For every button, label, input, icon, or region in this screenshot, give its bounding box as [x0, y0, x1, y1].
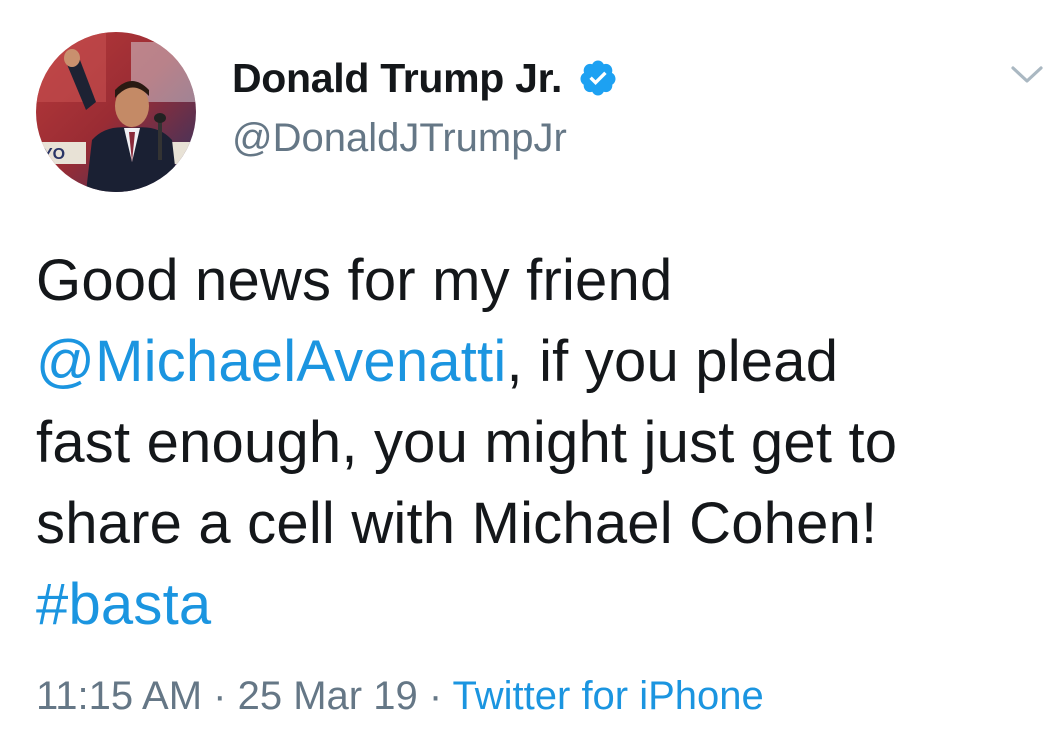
tweet-text-line: @MichaelAvenatti, if you plead [36, 321, 1036, 402]
meta-separator: · [202, 674, 238, 718]
verified-badge-icon [578, 58, 618, 98]
tweet-text-line: fast enough, you might just get to [36, 410, 898, 475]
tweet-card: YO Donald Trump Jr. @DonaldJTrumpJr Good… [0, 0, 1052, 743]
tweet-text-line: share a cell with Michael Cohen! [36, 491, 878, 556]
author-display-name[interactable]: Donald Trump Jr. [232, 55, 562, 102]
avatar-photo: YO [36, 32, 196, 192]
author-handle[interactable]: @DonaldJTrumpJr [232, 116, 618, 161]
tweet-date[interactable]: 25 Mar 19 [238, 674, 418, 718]
svg-text:YO: YO [42, 146, 65, 163]
tweet-text-line: Good news for my friend [36, 248, 673, 313]
tweet-time[interactable]: 11:15 AM [36, 674, 202, 718]
tweet-text-line: #basta [36, 564, 1036, 645]
chevron-down-icon[interactable] [1010, 62, 1044, 88]
tweet-header: Donald Trump Jr. @DonaldJTrumpJr [232, 52, 618, 161]
author-avatar[interactable]: YO [36, 32, 196, 192]
hashtag-link[interactable]: #basta [36, 572, 211, 637]
tweet-text: Good news for my friend @MichaelAvenatti… [36, 240, 1036, 645]
meta-separator: · [417, 674, 453, 718]
author-name-row[interactable]: Donald Trump Jr. [232, 52, 618, 104]
tweet-metadata: 11:15 AM · 25 Mar 19 · Twitter for iPhon… [36, 674, 764, 719]
mention-link[interactable]: @MichaelAvenatti [36, 329, 506, 394]
tweet-source-link[interactable]: Twitter for iPhone [453, 674, 764, 718]
tweet-text-fragment: , if you plead [506, 329, 839, 394]
